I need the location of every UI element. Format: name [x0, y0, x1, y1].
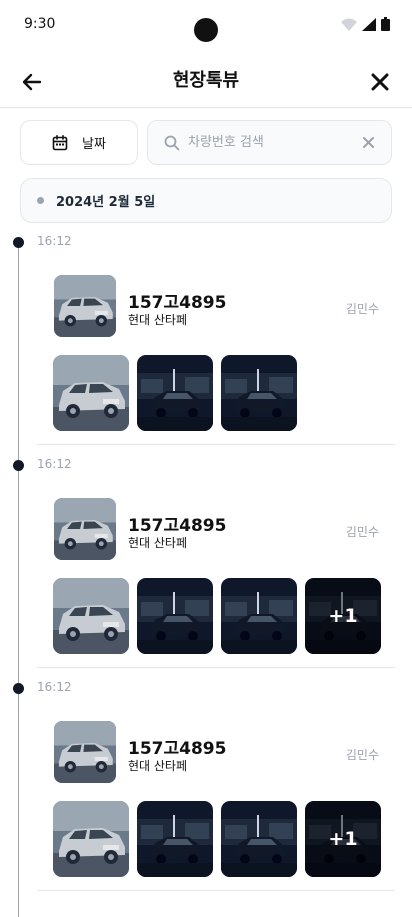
calendar-icon — [52, 134, 68, 150]
vehicle-model: 현대 산타페 — [128, 313, 188, 327]
close-button[interactable] — [366, 68, 394, 96]
more-photos-count: +1 — [305, 801, 381, 877]
photo-thumbnail[interactable] — [221, 355, 297, 431]
vehicle-plate: 157고4895 — [128, 739, 227, 759]
timeline-dot — [13, 237, 24, 248]
date-banner-text: 2024년 2월 5일 — [56, 195, 156, 210]
vehicle-plate: 157고4895 — [128, 293, 227, 313]
vehicle-thumbnail[interactable] — [54, 275, 116, 337]
entry-author: 김민수 — [345, 302, 379, 316]
cellular-signal-icon — [362, 17, 376, 31]
page-title: 현장톡뷰 — [172, 70, 240, 91]
entry-divider — [37, 444, 395, 445]
entry-author: 김민수 — [345, 525, 379, 539]
status-time: 9:30 — [24, 16, 56, 32]
battery-icon — [381, 17, 390, 31]
vehicle-model: 현대 산타페 — [128, 759, 188, 773]
date-banner: 2024년 2월 5일 — [20, 178, 392, 223]
entry-time: 16:12 — [37, 457, 72, 471]
photo-row: +1 — [53, 578, 381, 654]
photo-row: +1 — [53, 801, 381, 877]
photo-thumbnail[interactable] — [137, 801, 213, 877]
wifi-icon — [341, 18, 357, 31]
timeline-entry[interactable]: 16:12 157고4895 현대 산타페 김민수 — [0, 234, 412, 460]
photo-thumbnail[interactable]: +1 — [305, 801, 381, 877]
vehicle-thumbnail[interactable] — [54, 498, 116, 560]
search-box — [147, 120, 392, 165]
photo-thumbnail[interactable] — [137, 578, 213, 654]
clear-icon — [362, 137, 374, 148]
photo-thumbnail[interactable] — [53, 801, 129, 877]
clear-search-button[interactable] — [359, 134, 377, 152]
vehicle-plate: 157고4895 — [128, 516, 227, 536]
vehicle-number-search-input[interactable] — [188, 135, 359, 150]
photo-thumbnail[interactable]: +1 — [305, 578, 381, 654]
camera-cutout — [194, 18, 218, 42]
vehicle-thumbnail[interactable] — [54, 721, 116, 783]
entry-time: 16:12 — [37, 234, 72, 248]
status-bar: 9:30 — [0, 0, 412, 52]
photo-thumbnail[interactable] — [221, 578, 297, 654]
date-filter-button[interactable]: 날짜 — [20, 120, 138, 165]
entry-author: 김민수 — [345, 748, 379, 762]
timeline-dot — [13, 683, 24, 694]
timeline-entry[interactable]: 16:12 157고4895 현대 산타페 김민수 +1 — [0, 457, 412, 683]
date-filter-label: 날짜 — [82, 137, 106, 152]
timeline-dot — [13, 460, 24, 471]
photo-thumbnail[interactable] — [137, 355, 213, 431]
app-bar: 현장톡뷰 — [0, 56, 412, 108]
photo-thumbnail[interactable] — [53, 355, 129, 431]
close-icon — [371, 73, 389, 91]
search-icon — [164, 135, 180, 150]
photo-thumbnail[interactable] — [221, 801, 297, 877]
photo-thumbnail[interactable] — [53, 578, 129, 654]
entry-divider — [37, 890, 395, 891]
photo-row — [53, 355, 297, 431]
status-icons — [341, 17, 390, 31]
date-banner-dot — [37, 197, 44, 204]
vehicle-model: 현대 산타페 — [128, 536, 188, 550]
more-photos-count: +1 — [305, 578, 381, 654]
entry-time: 16:12 — [37, 680, 72, 694]
entry-divider — [37, 667, 395, 668]
timeline-entry[interactable]: 16:12 157고4895 현대 산타페 김민수 +1 — [0, 680, 412, 906]
